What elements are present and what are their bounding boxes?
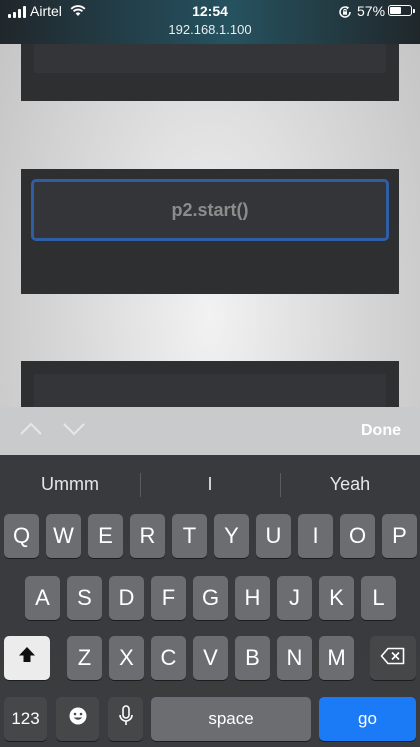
shift-key[interactable] xyxy=(4,636,50,680)
key-i[interactable]: I xyxy=(298,514,333,558)
key-t[interactable]: T xyxy=(172,514,207,558)
keyboard-accessory-bar: Done xyxy=(0,407,420,455)
battery-icon xyxy=(388,5,415,16)
done-button[interactable]: Done xyxy=(361,422,401,440)
dictation-key[interactable] xyxy=(108,697,143,741)
address-url[interactable]: 192.168.1.100 xyxy=(0,22,420,37)
key-q[interactable]: Q xyxy=(4,514,39,558)
battery-percent: 57% xyxy=(357,3,386,19)
delete-key[interactable] xyxy=(370,636,416,680)
key-z[interactable]: Z xyxy=(67,636,102,680)
suggestion-1[interactable]: Ummm xyxy=(0,465,140,503)
key-w[interactable]: W xyxy=(46,514,81,558)
key-a[interactable]: A xyxy=(25,576,60,620)
orientation-lock-icon xyxy=(338,5,352,24)
next-field-chevron-down-icon[interactable] xyxy=(62,421,86,442)
suggestion-2[interactable]: I xyxy=(140,465,280,503)
key-s[interactable]: S xyxy=(67,576,102,620)
code-cell-above-input[interactable] xyxy=(34,44,386,73)
code-cell-focused[interactable]: p2.start() xyxy=(21,169,399,294)
keyboard: Ummm I Yeah Q W E R T Y U I O P A S D F … xyxy=(0,455,420,747)
key-j[interactable]: J xyxy=(277,576,312,620)
key-c[interactable]: C xyxy=(151,636,186,680)
code-cell-above[interactable] xyxy=(21,44,399,101)
predictive-bar: Ummm I Yeah xyxy=(0,465,420,503)
key-m[interactable]: M xyxy=(319,636,354,680)
key-o[interactable]: O xyxy=(340,514,375,558)
space-key[interactable]: space xyxy=(151,697,311,741)
key-b[interactable]: B xyxy=(235,636,270,680)
battery-level-fill xyxy=(390,7,401,14)
emoji-key[interactable] xyxy=(56,697,99,741)
suggestion-3[interactable]: Yeah xyxy=(280,465,420,503)
shift-icon xyxy=(17,645,37,671)
key-x[interactable]: X xyxy=(109,636,144,680)
key-g[interactable]: G xyxy=(193,576,228,620)
key-e[interactable]: E xyxy=(88,514,123,558)
key-v[interactable]: V xyxy=(193,636,228,680)
key-y[interactable]: Y xyxy=(214,514,249,558)
key-n[interactable]: N xyxy=(277,636,312,680)
key-h[interactable]: H xyxy=(235,576,270,620)
key-u[interactable]: U xyxy=(256,514,291,558)
key-p[interactable]: P xyxy=(382,514,417,558)
key-k[interactable]: K xyxy=(319,576,354,620)
previous-field-chevron-up-icon[interactable] xyxy=(19,421,43,442)
key-r[interactable]: R xyxy=(130,514,165,558)
microphone-icon xyxy=(118,705,134,733)
key-d[interactable]: D xyxy=(109,576,144,620)
delete-icon xyxy=(380,645,406,671)
key-f[interactable]: F xyxy=(151,576,186,620)
code-input-focused[interactable]: p2.start() xyxy=(31,179,389,241)
go-key[interactable]: go xyxy=(319,697,416,741)
key-l[interactable]: L xyxy=(361,576,396,620)
emoji-icon xyxy=(68,706,88,732)
status-bar: Airtel 12:54 192.168.1.100 57% xyxy=(0,0,420,44)
numbers-key[interactable]: 123 xyxy=(4,697,47,741)
